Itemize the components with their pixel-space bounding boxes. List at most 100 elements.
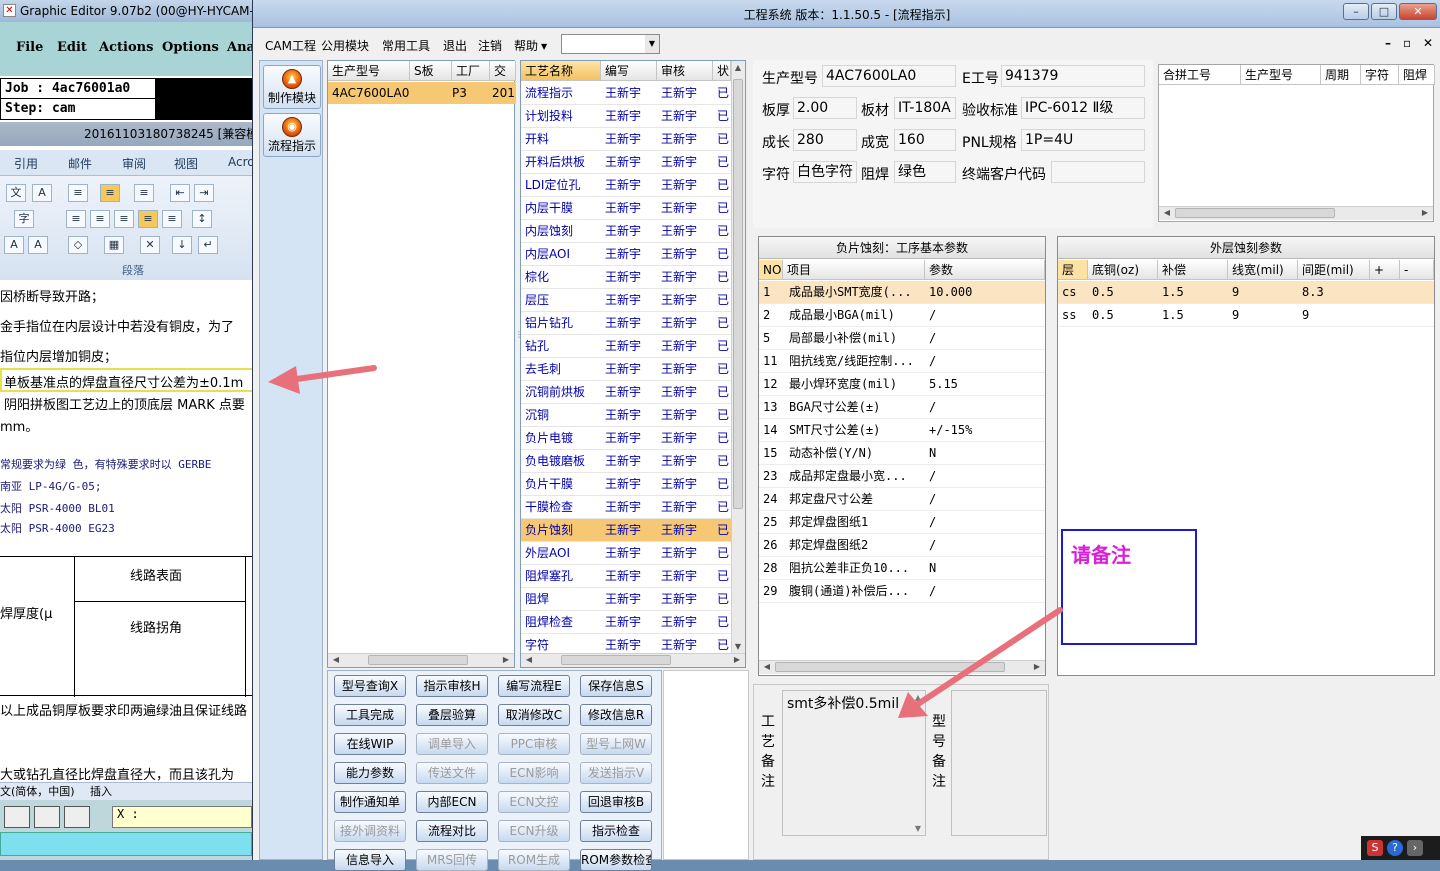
action-button[interactable]: 调单导入 [416, 733, 488, 755]
col-header-process[interactable]: 工艺名称 [521, 61, 601, 81]
process-row[interactable]: 沉铜前烘板 王新宇 王新宇 已 [521, 381, 731, 404]
outer-etch-row[interactable]: cs 0.5 1.5 9 8.3 [1058, 281, 1434, 304]
action-button[interactable]: 内部ECN [416, 791, 488, 813]
phonetic-guide-icon[interactable]: 文 [6, 184, 26, 202]
action-button[interactable]: 能力参数 [334, 762, 406, 784]
col-header-spacing[interactable]: 间距(mil) [1298, 260, 1370, 280]
neg-etch-cell[interactable]: / [929, 304, 1041, 326]
col-header-layer[interactable]: 层 [1058, 260, 1088, 280]
action-button[interactable]: 修改信息R [580, 704, 652, 726]
expand-tray-icon[interactable]: › [1407, 840, 1423, 856]
neg-etch-row[interactable]: 24 邦定盘尺寸公差 / [759, 488, 1045, 511]
neg-etch-cell[interactable]: / [929, 350, 1041, 372]
action-button[interactable]: 型号上网W [580, 733, 652, 755]
col-header-factory[interactable]: 工厂 [452, 61, 490, 81]
add-row-button[interactable]: + [1370, 260, 1400, 280]
process-row[interactable]: 内层蚀刻 王新宇 王新宇 已 [521, 220, 731, 243]
action-button[interactable]: 叠层验算 [416, 704, 488, 726]
field-width[interactable]: 160 [894, 129, 956, 151]
neg-etch-cell[interactable]: 5.15 [929, 373, 1041, 395]
field-model[interactable]: 4AC7600LA0 [822, 65, 956, 87]
action-button[interactable]: 接外调资料 [334, 820, 406, 842]
process-row[interactable]: 流程指示 王新宇 王新宇 已 [521, 82, 731, 105]
action-button[interactable]: 指示检查 [580, 820, 652, 842]
outer-etch-cell[interactable]: 1.5 [1162, 281, 1226, 303]
col-header-s-board[interactable]: S板 [410, 61, 452, 81]
ribbon-tab-acrobat[interactable]: Acro [228, 155, 252, 169]
neg-etch-row[interactable]: 12 最小焊环宽度(mil) 5.15 [759, 373, 1045, 396]
action-button[interactable]: MRS回传 [416, 849, 488, 871]
col-header-author[interactable]: 编写 [601, 61, 657, 81]
process-row[interactable]: 钻孔 王新宇 王新宇 已 [521, 335, 731, 358]
neg-etch-row[interactable]: 13 BGA尺寸公差(±) / [759, 396, 1045, 419]
menu-edit[interactable]: Edit [57, 40, 87, 55]
menu-logout[interactable]: 注销 [478, 37, 502, 54]
outer-etch-cell[interactable]: 9 [1232, 281, 1296, 303]
shrink-font-icon[interactable]: A [28, 236, 48, 254]
process-row[interactable]: 阻焊 王新宇 王新宇 已 [521, 588, 731, 611]
ribbon-tab-mailings[interactable]: 邮件 [68, 155, 92, 172]
field-eno[interactable]: 941379 [1001, 65, 1145, 87]
minimize-button[interactable]: – [1343, 3, 1369, 20]
justify-icon[interactable]: ≡ [138, 210, 158, 228]
neg-etch-row[interactable]: 14 SMT尺寸公差(±) +/-15% [759, 419, 1045, 442]
neg-etch-row[interactable]: 25 邦定焊盘图纸1 / [759, 511, 1045, 534]
editor-command-bar[interactable] [0, 832, 252, 856]
mdi-minimize-button[interactable]: – [1385, 36, 1391, 50]
increase-indent-icon[interactable]: ⇥ [194, 184, 214, 202]
process-row[interactable]: 铝片钻孔 王新宇 王新宇 已 [521, 312, 731, 335]
toolbar-combo[interactable]: ▼ [561, 34, 660, 54]
neg-etch-cell[interactable]: / [929, 327, 1041, 349]
ribbon-tab-references[interactable]: 引用 [14, 155, 38, 172]
neg-etch-row[interactable]: 28 阻抗公差非正负10... N [759, 557, 1045, 580]
multilevel-list-icon[interactable]: ≡ [134, 184, 154, 202]
col-header-merge-mask[interactable]: 阻焊 [1399, 65, 1435, 85]
neg-etch-row[interactable]: 23 成品邦定盘最小宽... / [759, 465, 1045, 488]
action-button[interactable]: PPC审核 [498, 733, 570, 755]
bullets-icon[interactable]: ≡ [68, 184, 88, 202]
menu-file[interactable]: File [16, 40, 43, 55]
col-header-model[interactable]: 生产型号 [328, 61, 410, 81]
menu-help[interactable]: 帮助 [514, 37, 538, 54]
action-button[interactable]: 回退审核B [580, 791, 652, 813]
col-header-merge-cycle[interactable]: 周期 [1321, 65, 1361, 85]
process-row[interactable]: 去毛刺 王新宇 王新宇 已 [521, 358, 731, 381]
col-header-reviewer[interactable]: 审核 [657, 61, 713, 81]
action-button[interactable]: 制作通知单 [334, 791, 406, 813]
remove-row-button[interactable]: - [1400, 260, 1434, 280]
action-button[interactable]: ROM生成 [498, 849, 570, 871]
neg-etch-row[interactable]: 5 局部最小补偿(mil) / [759, 327, 1045, 350]
borders-icon[interactable]: ▦ [104, 236, 124, 254]
menu-actions[interactable]: Actions [99, 40, 153, 55]
mdi-close-button[interactable]: ✕ [1423, 36, 1433, 50]
process-row[interactable]: 计划投料 王新宇 王新宇 已 [521, 105, 731, 128]
maximize-button[interactable]: □ [1371, 3, 1397, 20]
process-row[interactable]: 开料 王新宇 王新宇 已 [521, 128, 731, 151]
neg-etch-cell[interactable]: 10.000 [929, 281, 1041, 303]
field-mask[interactable]: 绿色 [894, 161, 956, 183]
line-spacing-icon[interactable]: ↕ [192, 210, 212, 228]
outer-etch-cell[interactable]: 9 [1302, 304, 1366, 326]
neg-etch-row[interactable]: 26 邦定焊盘图纸2 / [759, 534, 1045, 557]
model-remark-input[interactable] [951, 690, 1047, 836]
action-button[interactable]: 型号查询X [334, 675, 406, 697]
neg-etch-cell[interactable]: / [929, 511, 1041, 533]
process-row[interactable]: 干膜检查 王新宇 王新宇 已 [521, 496, 731, 519]
merge-hscroll[interactable]: ◀ ▶ [1159, 206, 1433, 220]
scroll-down-icon[interactable]: ▼ [915, 824, 921, 833]
col-header-deliver[interactable]: 交 [490, 61, 516, 81]
neg-etch-cell[interactable]: N [929, 442, 1041, 464]
action-button[interactable]: 工具完成 [334, 704, 406, 726]
scroll-thumb[interactable] [368, 655, 468, 665]
action-button[interactable]: 流程对比 [416, 820, 488, 842]
tool-icon[interactable] [4, 806, 30, 828]
action-button[interactable]: 传送文件 [416, 762, 488, 784]
col-header-status[interactable]: 状 [713, 61, 731, 81]
scroll-right-icon[interactable]: ▶ [731, 655, 743, 664]
align-right-icon[interactable]: ≡ [114, 210, 134, 228]
action-button[interactable]: 指示审核H [416, 675, 488, 697]
neg-etch-row[interactable]: 15 动态补偿(Y/N) N [759, 442, 1045, 465]
col-header-merge-char[interactable]: 字符 [1361, 65, 1399, 85]
outer-etch-cell[interactable]: 8.3 [1302, 281, 1366, 303]
col-header-compensation[interactable]: 补偿 [1158, 260, 1228, 280]
